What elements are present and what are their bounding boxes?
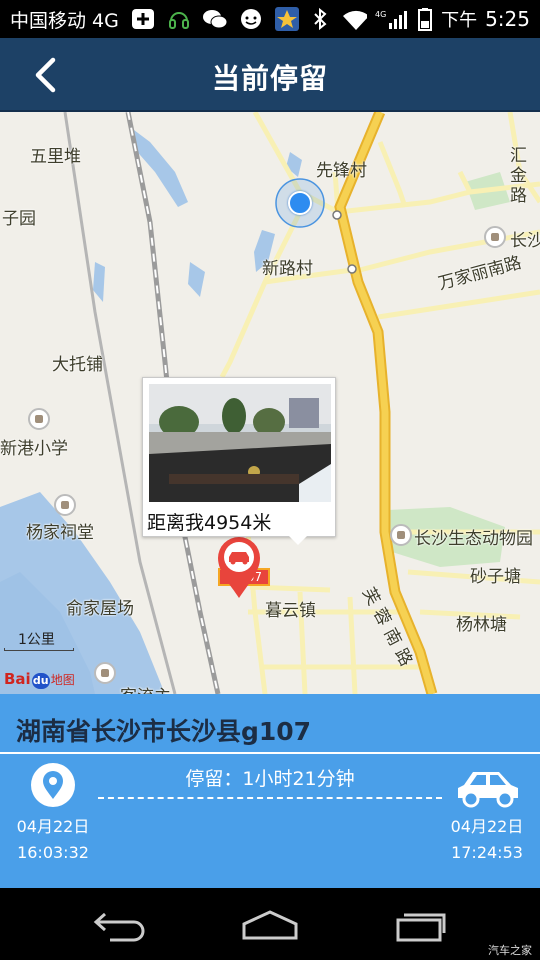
- current-location-marker: [288, 191, 312, 215]
- carrier-label: 中国移动 4G: [10, 10, 119, 32]
- poi-changsha-icon: [484, 226, 506, 248]
- start-datetime: 04月22日 16:03:32: [8, 814, 98, 866]
- home-icon: [242, 910, 298, 940]
- parking-location-pin[interactable]: [216, 536, 262, 600]
- signal-icon: 4G: [375, 7, 409, 31]
- map-label-changsha-edge: 长沙: [510, 231, 540, 251]
- title-bar: 当前停留: [0, 38, 540, 112]
- address-label: 湖南省长沙市长沙县g107: [16, 717, 312, 746]
- poi-bottom-icon: [94, 662, 116, 684]
- poi-temple-icon: [54, 494, 76, 516]
- nav-back-button[interactable]: [90, 908, 150, 942]
- star-app-icon: [274, 7, 300, 31]
- map-label-xinlucun: 新路村: [262, 259, 313, 279]
- baidu-logo: Bai du 地图: [4, 670, 75, 689]
- end-date: 04月22日: [450, 817, 524, 836]
- notification-icons: [130, 4, 300, 34]
- end-time: 17:24:53: [451, 843, 523, 862]
- map-pin-icon: [218, 537, 260, 598]
- stay-duration-label: 停留：1小时21分钟: [185, 768, 355, 790]
- map-label-bottom-cut: 客流主: [120, 682, 171, 694]
- location-pin-icon: [30, 762, 76, 808]
- dashcam-photo-image: [149, 384, 331, 502]
- map-label-yangjiacitang: 杨家祠堂: [26, 523, 94, 543]
- bluetooth-icon: [307, 7, 333, 31]
- car-icon: [454, 762, 522, 808]
- system-icons: 4G 下午 5:25: [307, 4, 530, 34]
- page-title: 当前停留: [211, 62, 328, 95]
- chat-bubble-icon: [238, 7, 264, 31]
- map-view[interactable]: 五里堆 子园 先锋村 汇金路 长沙 新路村 万家丽南路 大托铺 新港小学 杨家祠…: [0, 112, 540, 694]
- map-label-yanglintang: 杨林塘: [456, 615, 507, 635]
- headset-icon: [166, 7, 192, 31]
- back-arrow-icon: [93, 912, 145, 942]
- map-label-huijinlu: 汇金路: [510, 146, 527, 206]
- parking-info-panel: 湖南省长沙市长沙县g107 停留：1小时21分钟 04月22日 16:03:32…: [0, 694, 540, 888]
- poi-school-icon: [28, 408, 50, 430]
- system-nav-bar: 汽车之家: [0, 888, 540, 960]
- nav-home-button[interactable]: [240, 908, 300, 942]
- map-label-yujiawuchang: 俞家屋场: [66, 599, 134, 619]
- timeline-dash: [98, 797, 442, 799]
- poi-zoo-icon: [390, 524, 412, 546]
- map-scale: 1公里: [4, 629, 74, 651]
- end-datetime: 04月22日 17:24:53: [442, 814, 532, 866]
- ampm-label: 下午: [441, 10, 478, 31]
- map-label-ziyuan: 子园: [2, 209, 36, 229]
- scale-label: 1公里: [18, 632, 55, 648]
- status-bar: 中国移动 4G 4G 下午 5:25: [0, 0, 540, 38]
- watermark: 汽车之家: [488, 944, 532, 957]
- map-label-datuopu: 大托铺: [52, 355, 103, 375]
- network-type-label: 4G: [375, 10, 386, 19]
- map-label-xianfengcun: 先锋村: [316, 161, 367, 181]
- battery-icon: [417, 7, 433, 31]
- parking-popup[interactable]: 距离我4954米: [142, 377, 336, 545]
- distance-label: 距离我4954米: [147, 512, 272, 534]
- wifi-icon: [341, 7, 368, 31]
- nav-recents-button[interactable]: [392, 908, 452, 942]
- map-label-muyunzhen: 暮云镇: [265, 601, 316, 621]
- start-date: 04月22日: [16, 817, 90, 836]
- map-label-wulidui: 五里堆: [30, 147, 81, 167]
- plus-icon: [130, 7, 156, 31]
- map-label-zoo: 长沙生态动物园: [414, 529, 533, 549]
- panel-divider: [0, 752, 540, 754]
- recents-icon: [396, 913, 446, 942]
- wechat-icon: [202, 7, 228, 31]
- map-label-shazitang: 砂子塘: [470, 567, 521, 587]
- scale-bar: [4, 648, 74, 651]
- map-label-xingang-school: 新港小学: [0, 439, 68, 459]
- clock-label: 5:25: [485, 7, 530, 31]
- start-time: 16:03:32: [17, 843, 89, 862]
- dashcam-photo[interactable]: [149, 384, 331, 502]
